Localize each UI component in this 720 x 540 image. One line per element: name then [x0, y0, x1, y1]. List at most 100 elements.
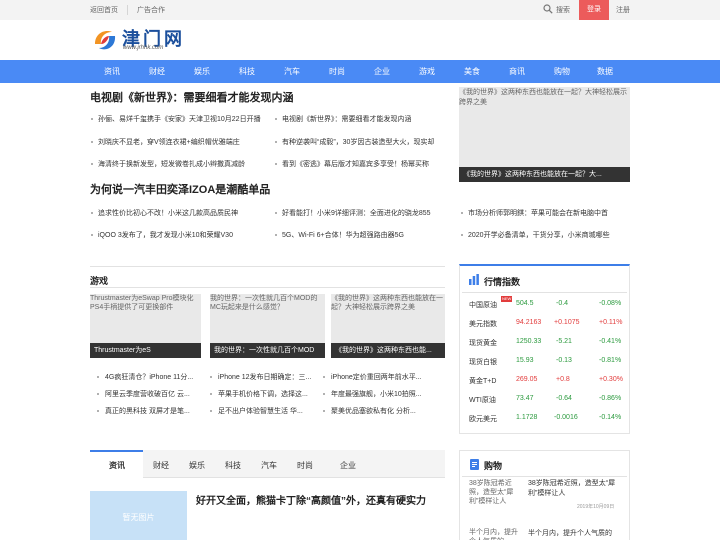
market-row[interactable]: WTI原油 73.47 -0.64 -0.86% [469, 389, 629, 409]
news-link[interactable]: 年度最强旗舰，小米10拍照... [331, 389, 445, 399]
news-link[interactable]: 有种逆袭叫“成毅”，30岁因古装造型大火，现实却 [282, 137, 452, 147]
news-link[interactable]: 好看能打！小米9详细评测：全面进化的骁龙855 [282, 208, 452, 218]
bullet [91, 141, 93, 143]
news-link[interactable]: 5G、Wi-Fi 6+合体！华为超强路由器5G [282, 230, 452, 240]
news-link[interactable]: 2020开学必备清单，干货分享，小米商城哪些 [468, 230, 630, 240]
market-name: WTI原油 [469, 397, 496, 404]
market-value: 1250.33 [516, 338, 542, 345]
search-link[interactable]: 搜索 [556, 5, 570, 15]
nav-item-data[interactable]: 数据 [585, 60, 625, 83]
shopping-title: 购物 [484, 461, 503, 471]
news-link[interactable]: 苹果手机价格下调，选择这... [218, 389, 325, 399]
market-row[interactable]: 欧元美元 1.1728 -0.0016 -0.14% [469, 408, 629, 428]
news-link[interactable]: 刘晓庆不显老，穿V领连衣裙+编织帽优雅端庄 [98, 137, 268, 147]
market-pct: -0.41% [599, 338, 622, 345]
bullet [275, 163, 277, 165]
market-change: -0.0016 [554, 414, 578, 421]
document-icon [470, 459, 479, 470]
market-pct: +0.30% [599, 376, 623, 383]
market-row[interactable]: 黄金T+D 269.05 +0.8 +0.30% [469, 370, 629, 390]
news-link[interactable]: 电视剧《新世界》：需要细看才能发现内涵 [282, 114, 452, 124]
news-link[interactable]: 真正的黑科技 双屏才是笔... [105, 406, 210, 416]
news-link[interactable]: 看到《密逃》幕后版才知嘉宾多享受！杨幂买称 [282, 159, 452, 169]
nav-item-enterprise[interactable]: 企业 [362, 60, 402, 83]
bullet [91, 163, 93, 165]
bullet [91, 234, 93, 236]
shopping-item-title[interactable]: 38岁陈冠希近照，造型太“犀利”模样让人 [528, 479, 628, 499]
market-pct: -0.81% [599, 357, 622, 364]
news-link[interactable]: 足不出户体验智慧生活 华... [218, 406, 325, 416]
market-name: 现货黄金 [469, 340, 497, 347]
nav-item-entertainment[interactable]: 娱乐 [182, 60, 222, 83]
news-link[interactable]: iPhone 12发布日期确定：三... [218, 372, 325, 382]
article-title[interactable]: 好开又全面，熊猫卡丁除“高颜值”外，还真有硬实力 [196, 492, 445, 507]
nav-item-auto[interactable]: 汽车 [272, 60, 312, 83]
tab-auto[interactable]: 汽车 [261, 460, 277, 471]
news-link[interactable]: 4G疯狂清仓？iPhone 11分... [105, 372, 210, 382]
nav-item-games[interactable]: 游戏 [407, 60, 447, 83]
tab-entertainment[interactable]: 娱乐 [189, 460, 205, 471]
nav-item-business[interactable]: 商讯 [497, 60, 537, 83]
market-row[interactable]: 中国原油 504.5 -0.4 -0.08% [469, 294, 629, 314]
nav-item-food[interactable]: 美食 [452, 60, 492, 83]
section-divider [90, 266, 445, 267]
market-value: 15.93 [516, 357, 534, 364]
bullet [97, 376, 99, 378]
game-card-alt: 我的世界：一次性就几百个MOD的MC玩起来是什么感觉？ [210, 295, 318, 311]
market-name: 欧元美元 [469, 416, 497, 423]
main-nav: 资讯 财经 娱乐 科技 汽车 时尚 企业 游戏 美食 商讯 购物 数据 [0, 60, 720, 83]
feature-image-alt: 《我的世界》这两种东西也能放在一起？大神轻松展示跨界之美 [459, 89, 627, 106]
market-change: -5.21 [556, 338, 572, 345]
market-row[interactable]: 现货白银 15.93 -0.13 -0.81% [469, 351, 629, 371]
market-title: 行情指数 [484, 277, 521, 287]
register-link[interactable]: 注册 [616, 5, 630, 15]
no-image-placeholder[interactable]: 暂无图片 [90, 491, 187, 540]
market-row[interactable]: 现货黄金 1250.33 -5.21 -0.41% [469, 332, 629, 352]
headline-title[interactable]: 电视剧《新世界》：需要细看才能发现内涵 [90, 89, 294, 105]
divider [127, 5, 128, 15]
tab-tech[interactable]: 科技 [225, 460, 241, 471]
news-link[interactable]: 孙俪、易烊千玺携手《安家》天津卫视10月22日开播 [98, 114, 268, 124]
news-link[interactable]: 追求性价比初心不改！小米这几款高品质民神 [98, 208, 268, 218]
tab-finance[interactable]: 财经 [153, 460, 169, 471]
tab-news[interactable]: 资讯 [109, 460, 125, 471]
game-card-caption[interactable]: Thrustmaster为eS [90, 343, 201, 358]
nav-item-news[interactable]: 资讯 [92, 60, 132, 83]
shopping-item-title[interactable]: 半个月内，提升个人气质的 [528, 528, 628, 538]
chart-bars-icon [469, 274, 479, 285]
news-link[interactable]: iQOO 3发布了，我才发现小米10和荣耀V30 [98, 230, 268, 240]
market-pct: -0.86% [599, 395, 622, 402]
news-link[interactable]: 海清终于换新发型，短发微卷扎成小辫撒真减龄 [98, 159, 268, 169]
bullet [323, 376, 325, 378]
shopping-image[interactable]: 半个月内，提升个人气质的 [469, 528, 521, 540]
nav-item-finance[interactable]: 财经 [137, 60, 177, 83]
game-card-caption[interactable]: 我的世界：一次性就几百个MOD [210, 343, 325, 358]
search-icon[interactable] [543, 4, 553, 14]
nav-item-tech[interactable]: 科技 [227, 60, 267, 83]
market-value: 504.5 [516, 300, 534, 307]
game-card-caption[interactable]: 《我的世界》这两种东西也能... [331, 343, 445, 358]
shopping-image[interactable]: 38岁陈冠希近照，造型太“犀利”模样让人 [469, 479, 521, 512]
market-change: +0.1075 [554, 319, 580, 326]
logo-url: www.jrhhk.com [123, 45, 164, 51]
feature-caption[interactable]: 《我的世界》这两种东西也能放在一起？大... [459, 167, 630, 182]
news-link[interactable]: 市场分析师郭明錤：苹果可能会在新电脑中首 [468, 208, 630, 218]
login-button[interactable]: 登录 [579, 0, 609, 20]
nav-item-fashion[interactable]: 时尚 [317, 60, 357, 83]
bullet [210, 376, 212, 378]
bullet [91, 212, 93, 214]
headline-title[interactable]: 为何说一汽丰田奕泽IZOA是潮酷单品 [90, 181, 270, 197]
shopping-item-date: 2019年10月09日 [577, 504, 615, 510]
news-link[interactable]: iPhone定价重回两年前水平... [331, 372, 445, 382]
bullet [275, 234, 277, 236]
logo-icon[interactable] [92, 27, 118, 53]
tab-enterprise[interactable]: 企业 [340, 460, 356, 471]
nav-item-shopping[interactable]: 购物 [542, 60, 582, 83]
ads-link[interactable]: 广告合作 [137, 5, 165, 15]
news-link[interactable]: 聚美优品塞欲私有化 分析... [331, 406, 445, 416]
tab-fashion[interactable]: 时尚 [297, 460, 313, 471]
market-row[interactable]: 美元指数 94.2163 +0.1075 +0.11% [469, 313, 629, 333]
bullet [97, 393, 99, 395]
home-link[interactable]: 返回首页 [90, 5, 118, 15]
news-link[interactable]: 阿里云季度营收破百亿 云... [105, 389, 210, 399]
